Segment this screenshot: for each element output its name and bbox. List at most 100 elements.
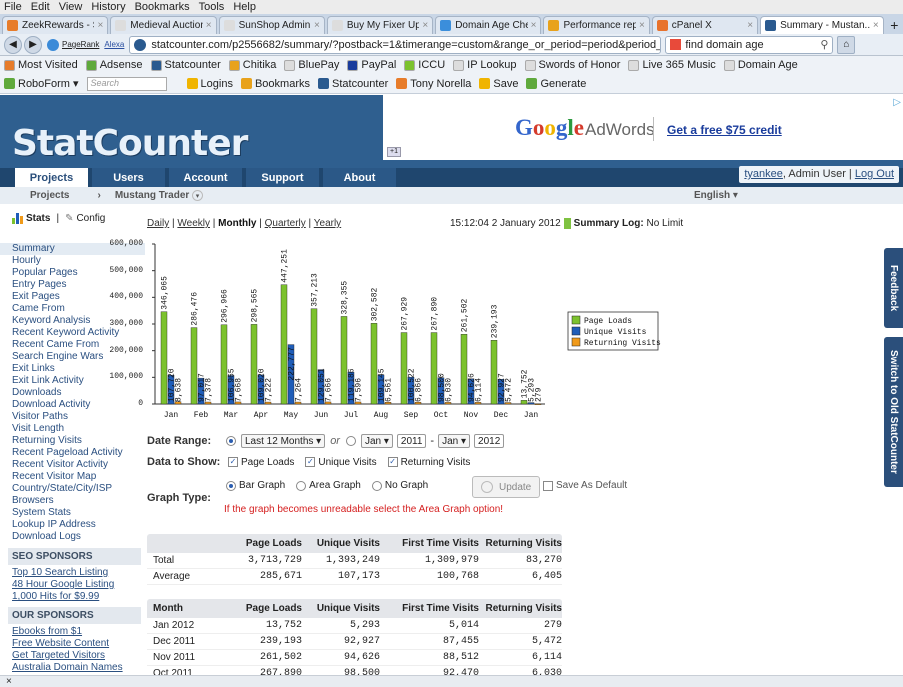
close-tab-icon[interactable]: ×: [531, 20, 537, 31]
feedback-button[interactable]: Feedback: [884, 248, 903, 328]
browser-tab[interactable]: ZeekRewards - Sec...×: [2, 16, 109, 34]
tab-projects[interactable]: Projects: [15, 168, 88, 187]
menu-history[interactable]: History: [91, 1, 125, 13]
sidebar-item[interactable]: Lookup IP Address: [0, 519, 145, 531]
google-adwords-banner[interactable]: ▷ Google AdWords Get a free $75 credit +…: [383, 95, 903, 160]
browser-tab[interactable]: Summary - Mustan... ×: [760, 16, 884, 34]
search-bar[interactable]: find domain age ⚲: [665, 35, 834, 54]
sidebar-item[interactable]: Downloads: [0, 387, 145, 399]
no-graph-radio[interactable]: [371, 480, 382, 491]
roboform-item[interactable]: Logins: [186, 78, 233, 90]
browser-tab[interactable]: SunShop Administr...×: [218, 16, 325, 34]
save-default-checkbox[interactable]: [543, 480, 553, 491]
close-tab-icon[interactable]: ×: [422, 20, 428, 31]
period-yearly[interactable]: Yearly: [314, 218, 341, 229]
sidebar-item[interactable]: Returning Visits: [0, 435, 145, 447]
tab-about[interactable]: About: [323, 168, 396, 187]
logout-link[interactable]: Log Out: [855, 168, 894, 180]
roboform-item[interactable]: Tony Norella: [396, 78, 471, 90]
period-quarterly[interactable]: Quarterly: [265, 218, 306, 229]
address-bar[interactable]: statcounter.com/p2556682/summary/?postba…: [129, 35, 662, 54]
menu-bookmarks[interactable]: Bookmarks: [135, 1, 190, 13]
menu-edit[interactable]: Edit: [31, 1, 50, 13]
to-year-input[interactable]: 2012: [474, 434, 505, 448]
pagerank-icon[interactable]: [47, 38, 59, 51]
sidebar-item[interactable]: System Stats: [0, 507, 145, 519]
stats-link[interactable]: Stats: [26, 213, 50, 224]
period-daily[interactable]: Daily: [147, 218, 169, 229]
username-link[interactable]: tyankee: [744, 168, 783, 180]
tab-users[interactable]: Users: [92, 168, 165, 187]
adchoices-icon[interactable]: ▷: [893, 97, 901, 108]
sidebar-item[interactable]: Entry Pages: [0, 279, 145, 291]
our-sponsor-link[interactable]: Free Website Content: [0, 638, 145, 650]
home-button[interactable]: ⌂: [837, 35, 856, 54]
site-identity-icon[interactable]: [134, 38, 147, 51]
bookmark-item[interactable]: Swords of Honor: [524, 59, 620, 71]
search-engine-icon[interactable]: [670, 39, 682, 50]
seo-sponsor-link[interactable]: 1,000 Hits for $9.99: [0, 591, 145, 603]
bookmark-item[interactable]: ICCU: [404, 59, 445, 71]
switch-old-statcounter-button[interactable]: Switch to Old StatCounter: [884, 337, 903, 487]
bookmark-item[interactable]: Chitika: [228, 59, 276, 71]
config-link[interactable]: Config: [76, 213, 105, 224]
tab-support[interactable]: Support: [246, 168, 319, 187]
menu-tools[interactable]: Tools: [199, 1, 225, 13]
browser-tab[interactable]: cPanel X ×: [651, 16, 759, 34]
close-tab-icon[interactable]: ×: [314, 20, 320, 31]
bookmark-item[interactable]: BluePay: [284, 59, 339, 71]
ad-credit-link[interactable]: Get a free $75 credit: [667, 123, 782, 137]
roboform-item[interactable]: Bookmarks: [240, 78, 310, 90]
sidebar-item[interactable]: Recent Pageload Activity: [0, 447, 145, 459]
roboform-item[interactable]: Statcounter: [318, 78, 388, 90]
sidebar-item[interactable]: Recent Keyword Activity: [0, 327, 145, 339]
period-weekly[interactable]: Weekly: [177, 218, 210, 229]
sidebar-item[interactable]: Came From: [0, 303, 145, 315]
roboform-button[interactable]: RoboForm ▾: [4, 77, 79, 90]
range-preset-select[interactable]: Last 12 Months ▾: [241, 434, 326, 448]
sidebar-item[interactable]: Browsers: [0, 495, 145, 507]
unique-visits-checkbox[interactable]: ✓: [305, 457, 316, 467]
our-sponsor-link[interactable]: Get Targeted Visitors: [0, 650, 145, 662]
bookmark-item[interactable]: IP Lookup: [453, 59, 517, 71]
browser-tab[interactable]: Medieval Auctions ×: [110, 16, 217, 34]
roboform-search-input[interactable]: Search: [86, 76, 167, 91]
roboform-item[interactable]: Generate: [526, 78, 586, 90]
expand-ad-icon[interactable]: +1: [387, 147, 401, 157]
bookmark-item[interactable]: PayPal: [347, 59, 396, 71]
close-tab-icon[interactable]: ×: [206, 20, 212, 31]
close-tab-icon[interactable]: ×: [97, 20, 103, 31]
seo-sponsor-link[interactable]: Top 10 Search Listing: [0, 567, 145, 579]
bookmark-item[interactable]: Domain Age: [723, 59, 798, 71]
close-tab-icon[interactable]: ×: [639, 20, 645, 31]
browser-tab[interactable]: Domain Age Check... ×: [435, 16, 542, 34]
pagerank-label[interactable]: PageRank: [62, 40, 99, 49]
range-preset-radio[interactable]: [226, 436, 236, 446]
returning-visits-checkbox[interactable]: ✓: [387, 457, 398, 467]
browser-tab[interactable]: Buy My Fixer Upper...×: [326, 16, 434, 34]
back-button[interactable]: ◀: [4, 35, 22, 54]
sidebar-item[interactable]: Visit Length: [0, 423, 145, 435]
close-tab-icon[interactable]: ×: [873, 20, 879, 31]
language-selector[interactable]: English ▾: [694, 190, 738, 201]
menu-file[interactable]: File: [4, 1, 22, 13]
menu-view[interactable]: View: [59, 1, 83, 13]
sidebar-item[interactable]: Recent Visitor Activity: [0, 459, 145, 471]
alexa-label[interactable]: Alexa: [104, 40, 124, 49]
update-button[interactable]: Update: [472, 476, 541, 498]
sidebar-item[interactable]: Country/State/City/ISP: [0, 483, 145, 495]
seo-sponsor-link[interactable]: 48 Hour Google Listing: [0, 579, 145, 591]
search-icon[interactable]: ⚲: [820, 38, 828, 51]
bar-graph-radio[interactable]: [226, 480, 236, 491]
range-custom-radio[interactable]: [345, 436, 356, 446]
bookmark-item[interactable]: Statcounter: [150, 59, 221, 71]
from-year-input[interactable]: 2011: [396, 434, 427, 448]
sidebar-item[interactable]: Visitor Paths: [0, 411, 145, 423]
our-sponsor-link[interactable]: Ebooks from $1: [0, 626, 145, 638]
close-tab-icon[interactable]: ×: [747, 20, 753, 31]
sidebar-item[interactable]: Download Logs: [0, 531, 145, 543]
tab-account[interactable]: Account: [169, 168, 242, 187]
page-loads-checkbox[interactable]: ✓: [228, 457, 238, 467]
bookmark-item[interactable]: Most Visited: [4, 59, 78, 71]
from-month-select[interactable]: Jan ▾: [360, 434, 393, 448]
